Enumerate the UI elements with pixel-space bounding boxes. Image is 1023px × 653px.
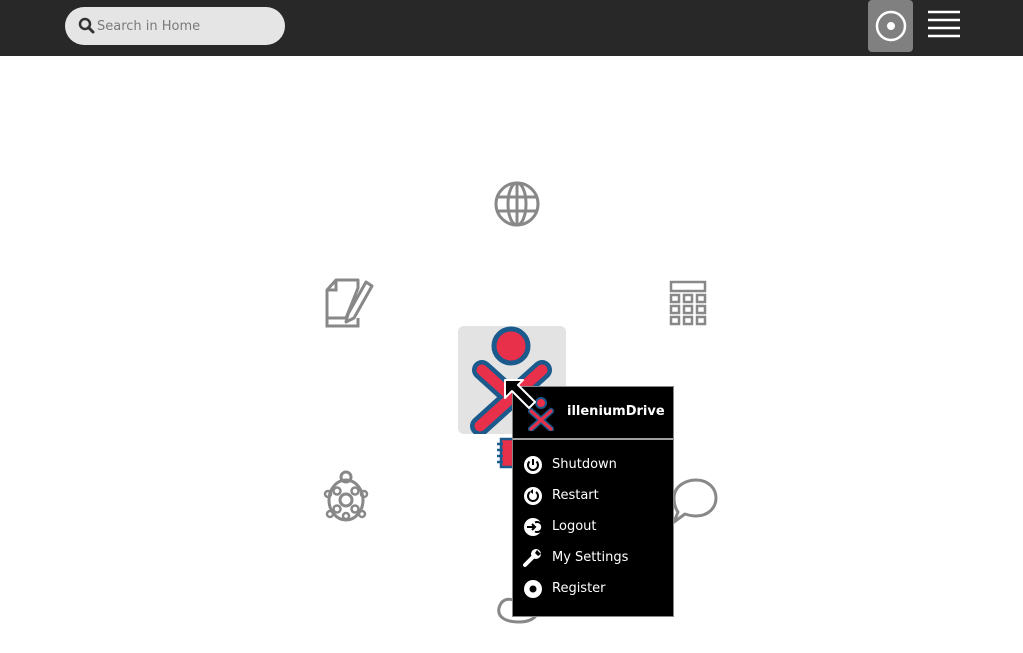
settings-icon	[523, 549, 541, 567]
menu-item-logout[interactable]: Logout	[513, 512, 673, 543]
toolbar	[0, 0, 1023, 56]
menu-item-label: Restart	[552, 488, 599, 503]
search-input[interactable]	[97, 7, 277, 45]
mouse-cursor-icon	[504, 379, 536, 409]
search-box[interactable]	[65, 7, 285, 45]
restart-icon	[524, 487, 542, 505]
logout-icon	[524, 518, 543, 536]
turtleart-activity-icon[interactable]	[323, 470, 369, 528]
menu-item-register[interactable]: Register	[513, 574, 673, 605]
palette-title: illeniumDrive	[567, 404, 665, 419]
home-view-button[interactable]	[868, 0, 913, 52]
menu-item-shutdown[interactable]: Shutdown	[513, 450, 673, 481]
menu-item-label: My Settings	[552, 550, 629, 565]
menu-item-my-settings[interactable]: My Settings	[513, 543, 673, 574]
buddy-palette: illeniumDrive Shutdown Restart Logout My…	[512, 386, 674, 617]
menu-item-label: Register	[552, 581, 606, 596]
home-view-icon	[875, 10, 907, 42]
menu-item-restart[interactable]: Restart	[513, 481, 673, 512]
list-view-icon	[928, 10, 960, 38]
list-view-button[interactable]	[924, 6, 964, 46]
shutdown-icon	[524, 456, 542, 474]
browse-activity-icon[interactable]	[493, 180, 541, 228]
calculate-activity-icon[interactable]	[669, 280, 707, 328]
register-icon	[524, 580, 542, 598]
menu-item-label: Shutdown	[552, 457, 617, 472]
write-activity-icon[interactable]	[324, 276, 376, 330]
search-icon	[78, 17, 95, 34]
menu-item-label: Logout	[552, 519, 597, 534]
